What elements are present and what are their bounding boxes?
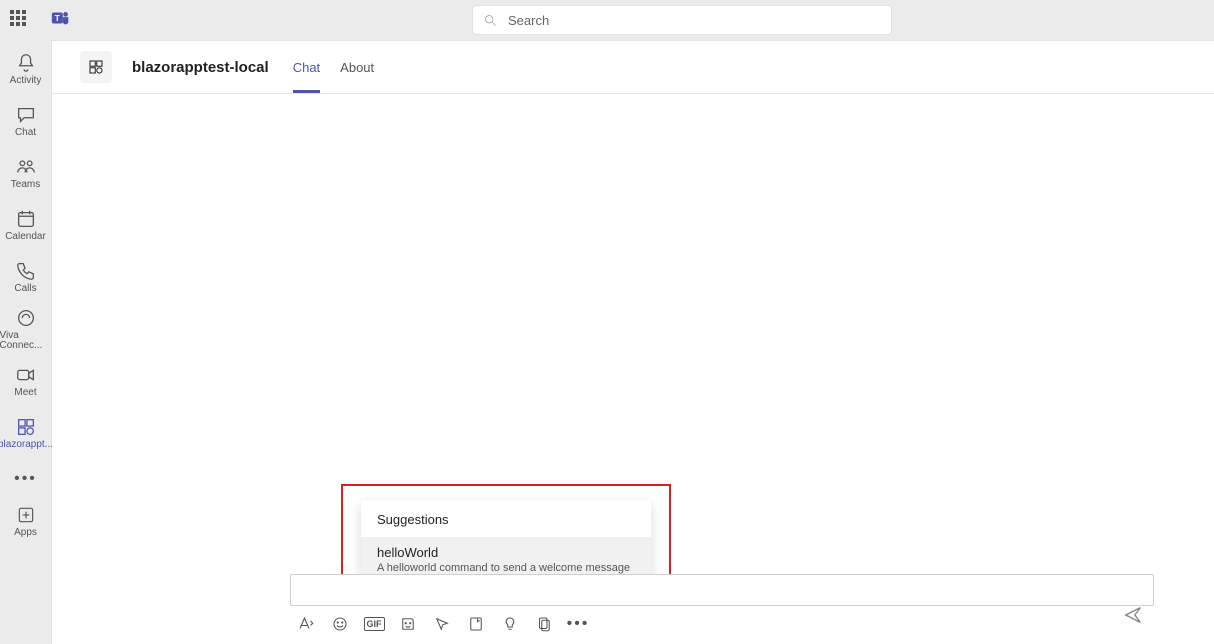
app-grid-icon: [87, 58, 105, 76]
search-icon: [483, 13, 498, 28]
rail-calendar-label: Calendar: [5, 232, 46, 242]
title-bar: T Search: [0, 0, 1214, 40]
suggestions-header: Suggestions: [361, 500, 651, 537]
attach-button[interactable]: [534, 614, 554, 634]
send-button[interactable]: [1122, 604, 1144, 626]
rail-viva[interactable]: Viva Connec...: [0, 304, 52, 354]
rail-calls[interactable]: Calls: [0, 252, 52, 302]
rail-meet[interactable]: Meet: [0, 356, 52, 406]
teams-icon: [15, 156, 37, 178]
format-icon: [297, 615, 315, 633]
rail-calendar[interactable]: Calendar: [0, 200, 52, 250]
svg-text:T: T: [55, 13, 60, 22]
tab-chat[interactable]: Chat: [293, 41, 320, 93]
teams-logo-icon: T: [50, 7, 72, 34]
tab-about-label: About: [340, 60, 374, 75]
gif-icon: GIF: [364, 617, 385, 631]
rail-more[interactable]: •••: [0, 464, 52, 494]
tab-about[interactable]: About: [340, 41, 374, 93]
more-actions-button[interactable]: •••: [568, 614, 588, 634]
rail-custom-app[interactable]: blazorappt...: [0, 408, 52, 458]
phone-icon: [15, 260, 37, 282]
rail-activity[interactable]: Activity: [0, 44, 52, 94]
stream-button[interactable]: [500, 614, 520, 634]
sticker-button[interactable]: [398, 614, 418, 634]
app-rail: Activity Chat Teams Calendar Calls Viva …: [0, 40, 52, 644]
suggestion-item-title: helloWorld: [377, 545, 635, 560]
rail-apps-label: Apps: [14, 527, 37, 538]
compose-toolbar: GIF •••: [290, 606, 1154, 634]
chat-title: blazorapptest-local: [132, 59, 269, 76]
rail-custom-app-label: blazorappt...: [0, 440, 53, 450]
search-input[interactable]: Search: [472, 5, 892, 35]
viva-icon: [15, 307, 37, 329]
rail-calls-label: Calls: [14, 284, 36, 294]
tab-chat-label: Chat: [293, 60, 320, 75]
send-icon: [1122, 604, 1144, 626]
app-avatar: [80, 51, 112, 83]
rail-activity-label: Activity: [10, 76, 42, 86]
video-icon: [15, 364, 37, 386]
compose-input[interactable]: [290, 574, 1154, 606]
rail-teams-label: Teams: [11, 180, 40, 190]
rail-chat-label: Chat: [15, 128, 36, 138]
search-placeholder-text: Search: [508, 13, 549, 28]
chat-header: blazorapptest-local Chat About: [52, 41, 1214, 94]
sticker-icon: [399, 615, 417, 633]
chat-icon: [15, 104, 37, 126]
rail-meet-label: Meet: [14, 388, 36, 398]
main-content: blazorapptest-local Chat About Suggestio…: [52, 40, 1214, 644]
rail-chat[interactable]: Chat: [0, 96, 52, 146]
schedule-button[interactable]: [466, 614, 486, 634]
cursor-icon: [433, 615, 451, 633]
attach-icon: [535, 615, 553, 633]
ellipsis-icon: •••: [14, 470, 37, 488]
compose-area: GIF •••: [290, 574, 1154, 634]
bell-icon: [15, 52, 37, 74]
waffle-menu-icon[interactable]: [10, 10, 30, 30]
emoji-button[interactable]: [330, 614, 350, 634]
format-button[interactable]: [296, 614, 316, 634]
bulb-icon: [501, 615, 519, 633]
app-grid-icon: [15, 416, 37, 438]
rail-teams[interactable]: Teams: [0, 148, 52, 198]
extensions-button[interactable]: [432, 614, 452, 634]
rail-viva-label: Viva Connec...: [0, 331, 52, 351]
suggestion-item-desc: A helloworld command to send a welcome m…: [377, 562, 635, 574]
note-icon: [467, 615, 485, 633]
suggestions-popup: Suggestions helloWorld A helloworld comm…: [361, 500, 651, 584]
calendar-icon: [15, 208, 37, 230]
emoji-icon: [331, 615, 349, 633]
gif-button[interactable]: GIF: [364, 614, 384, 634]
ellipsis-icon: •••: [567, 615, 590, 633]
chat-tabs: Chat About: [293, 41, 374, 93]
rail-apps[interactable]: Apps: [0, 496, 52, 546]
plus-box-icon: [16, 505, 36, 525]
